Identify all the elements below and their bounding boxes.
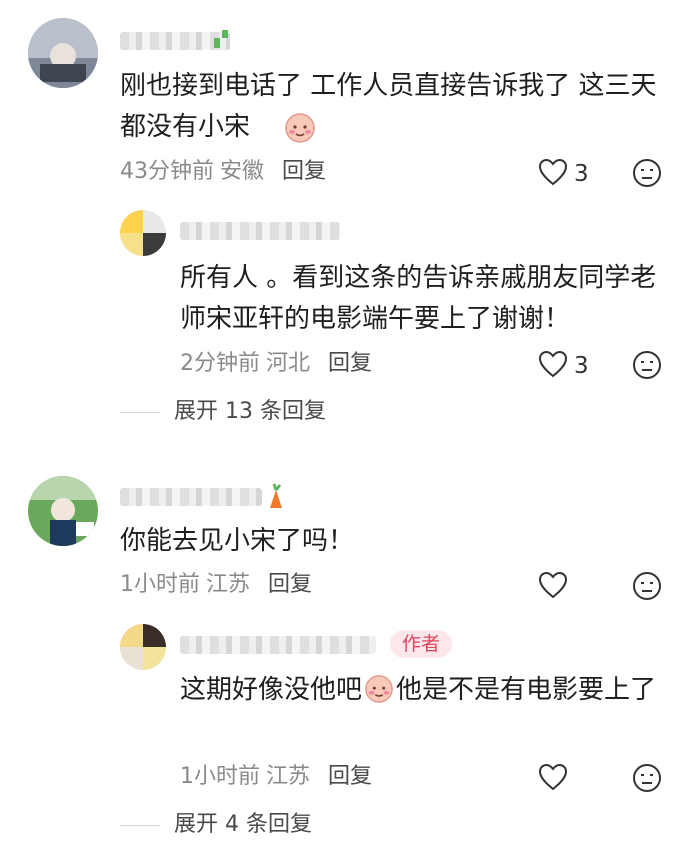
heart-icon[interactable]	[538, 571, 568, 603]
comment-meta: 43分钟前 安徽 回复	[120, 157, 326, 187]
reply-button[interactable]: 回复	[328, 351, 372, 376]
reply-time: 2分钟前	[180, 351, 260, 376]
divider	[120, 412, 160, 413]
user-level-icon	[208, 28, 232, 52]
like-button[interactable]	[538, 571, 568, 603]
reply-button[interactable]: 回复	[328, 764, 372, 789]
dislike-face-icon[interactable]	[632, 158, 662, 188]
username[interactable]	[120, 488, 262, 506]
comment-time: 43分钟前	[120, 159, 214, 184]
reply-button[interactable]: 回复	[268, 572, 312, 597]
reply-button[interactable]: 回复	[282, 159, 326, 184]
reply-meta: 1小时前 江苏 回复	[180, 762, 372, 792]
heart-icon[interactable]	[538, 158, 568, 190]
expand-replies-button[interactable]: 展开 4 条回复	[174, 810, 312, 840]
like-count: 3	[574, 353, 589, 379]
dislike-face-icon[interactable]	[632, 350, 662, 380]
blush-emoji-icon	[284, 112, 316, 144]
user-level-icon	[262, 482, 290, 510]
like-button[interactable]: 3	[538, 350, 589, 382]
comment-location: 安徽	[220, 159, 265, 184]
reply-text: 所有人 。看到这条的告诉亲戚朋友同学老师宋亚轩的电影端午要上了谢谢！	[180, 263, 657, 334]
comment-meta: 1小时前 江苏 回复	[120, 570, 312, 600]
reply-meta: 2分钟前 河北 回复	[180, 349, 372, 379]
reply-time: 1小时前	[180, 764, 260, 789]
reply-text: 这期好像没他吧 他是不是有电影要上了	[180, 674, 657, 705]
heart-icon[interactable]	[538, 350, 568, 382]
author-badge: 作者	[390, 630, 453, 658]
heart-icon[interactable]	[538, 763, 568, 795]
like-button[interactable]	[538, 763, 568, 795]
dislike-face-icon[interactable]	[632, 571, 662, 601]
reply-location: 河北	[266, 351, 311, 376]
comment-text: 你能去见小宋了吗！	[120, 526, 355, 556]
comment-location: 江苏	[206, 572, 251, 597]
avatar[interactable]	[120, 624, 166, 670]
like-button[interactable]: 3	[538, 158, 589, 190]
like-count: 3	[574, 161, 589, 187]
avatar[interactable]	[28, 18, 98, 88]
expand-replies-button[interactable]: 展开 13 条回复	[174, 397, 326, 427]
divider	[120, 825, 160, 826]
username[interactable]	[180, 636, 376, 654]
blush-emoji-icon	[364, 674, 394, 704]
comment-text: 刚也接到电话了 工作人员直接告诉我了 这三天都没有小宋	[120, 71, 657, 142]
avatar[interactable]	[120, 210, 166, 256]
reply-location: 江苏	[266, 764, 311, 789]
comment-time: 1小时前	[120, 572, 200, 597]
avatar[interactable]	[28, 476, 98, 546]
username[interactable]	[180, 222, 340, 240]
dislike-face-icon[interactable]	[632, 763, 662, 793]
